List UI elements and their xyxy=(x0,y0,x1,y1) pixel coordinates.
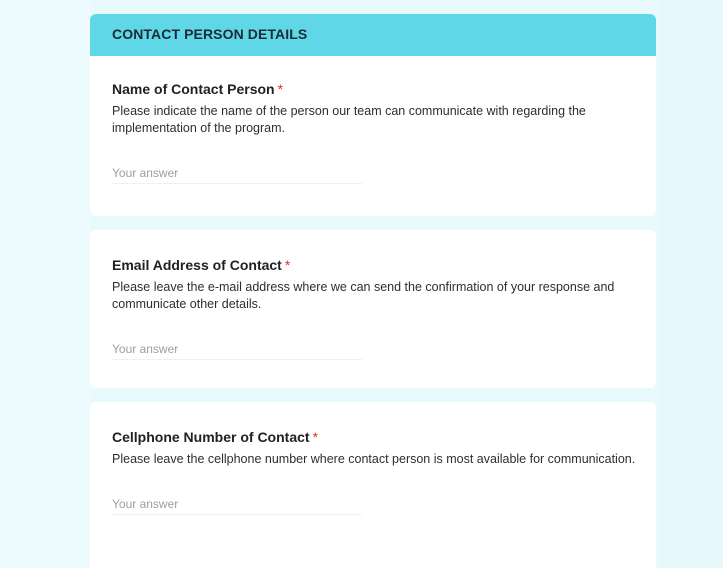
name-answer-input[interactable]: Your answer xyxy=(112,165,362,184)
question-title-text: Name of Contact Person xyxy=(112,81,275,97)
page-margin-right xyxy=(658,0,723,568)
question-title: Cellphone Number of Contact * xyxy=(112,428,636,446)
section-title: CONTACT PERSON DETAILS xyxy=(112,26,308,42)
question-title: Email Address of Contact * xyxy=(112,256,636,274)
required-asterisk: * xyxy=(312,429,319,445)
section-header: CONTACT PERSON DETAILS xyxy=(90,14,656,56)
question-description: Please indicate the name of the person o… xyxy=(112,104,586,135)
question-title-text: Email Address of Contact xyxy=(112,257,282,273)
question-card-cellphone: Cellphone Number of Contact * Please leav… xyxy=(90,402,656,568)
cellphone-answer-input[interactable]: Your answer xyxy=(112,496,362,515)
question-card-email: Email Address of Contact * Please leave t… xyxy=(90,230,656,388)
question-title: Name of Contact Person * xyxy=(112,80,636,98)
page-margin-left xyxy=(0,0,90,568)
question-description: Please leave the cellphone number where … xyxy=(112,452,636,466)
question-description: Please leave the e-mail address where we… xyxy=(112,280,615,311)
required-asterisk: * xyxy=(277,81,284,97)
question-card-name: Name of Contact Person * Please indicate … xyxy=(90,56,656,216)
email-answer-input[interactable]: Your answer xyxy=(112,341,362,360)
question-title-text: Cellphone Number of Contact xyxy=(112,429,310,445)
required-asterisk: * xyxy=(284,257,291,273)
